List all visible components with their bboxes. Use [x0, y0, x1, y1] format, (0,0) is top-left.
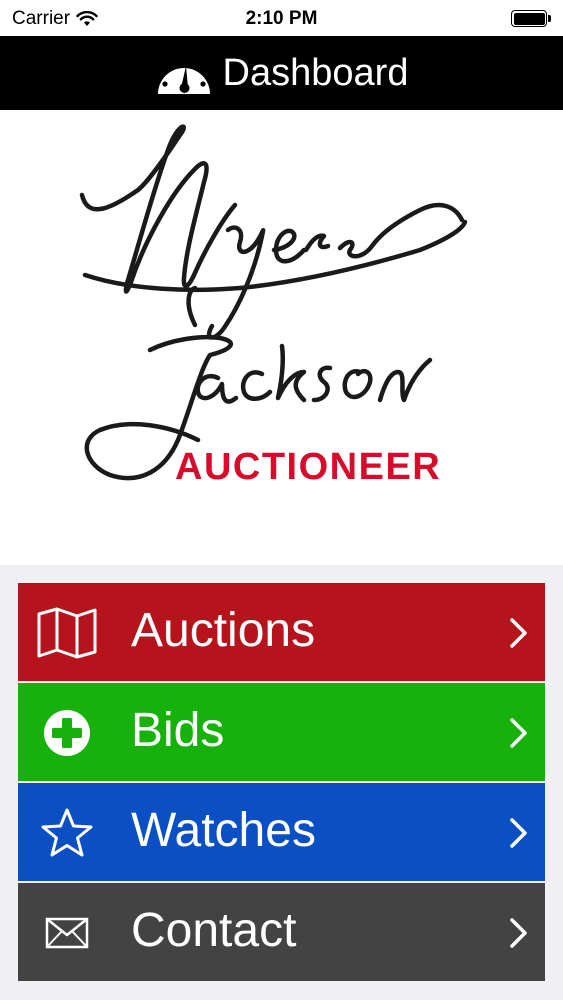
chevron-right-icon	[510, 618, 527, 648]
menu-item-contact[interactable]: Contact	[18, 883, 545, 981]
map-icon	[36, 607, 98, 659]
myers-jackson-signature-logo	[79, 124, 468, 481]
chevron-right-icon	[510, 818, 527, 848]
nav-bar: Dashboard	[0, 36, 563, 110]
menu-item-label: Watches	[131, 804, 316, 857]
menu-item-auctions[interactable]: Auctions	[18, 583, 545, 681]
menu-item-label: Auctions	[131, 604, 316, 657]
star-icon	[36, 807, 98, 859]
chevron-right-icon	[510, 718, 527, 748]
menu-item-label: Bids	[131, 704, 225, 757]
battery-icon	[511, 10, 551, 27]
dashboard-gauge-icon	[157, 58, 210, 94]
chevron-right-icon	[510, 918, 527, 948]
status-bar: Carrier 2:10 PM	[0, 0, 563, 36]
menu-list: Auctions Bids Watches Contact	[0, 565, 563, 1000]
menu-item-label: Contact	[131, 904, 297, 957]
menu-item-watches[interactable]: Watches	[18, 783, 545, 881]
brand-wordmark: AUCTIONEER	[175, 446, 442, 488]
menu-item-bids[interactable]: Bids	[18, 683, 545, 781]
page-title: Dashboard	[222, 52, 409, 94]
plus-circle-icon	[36, 707, 98, 759]
envelope-icon	[36, 907, 98, 959]
status-time: 2:10 PM	[245, 8, 318, 29]
logo-area: AUCTIONEER	[0, 110, 563, 565]
